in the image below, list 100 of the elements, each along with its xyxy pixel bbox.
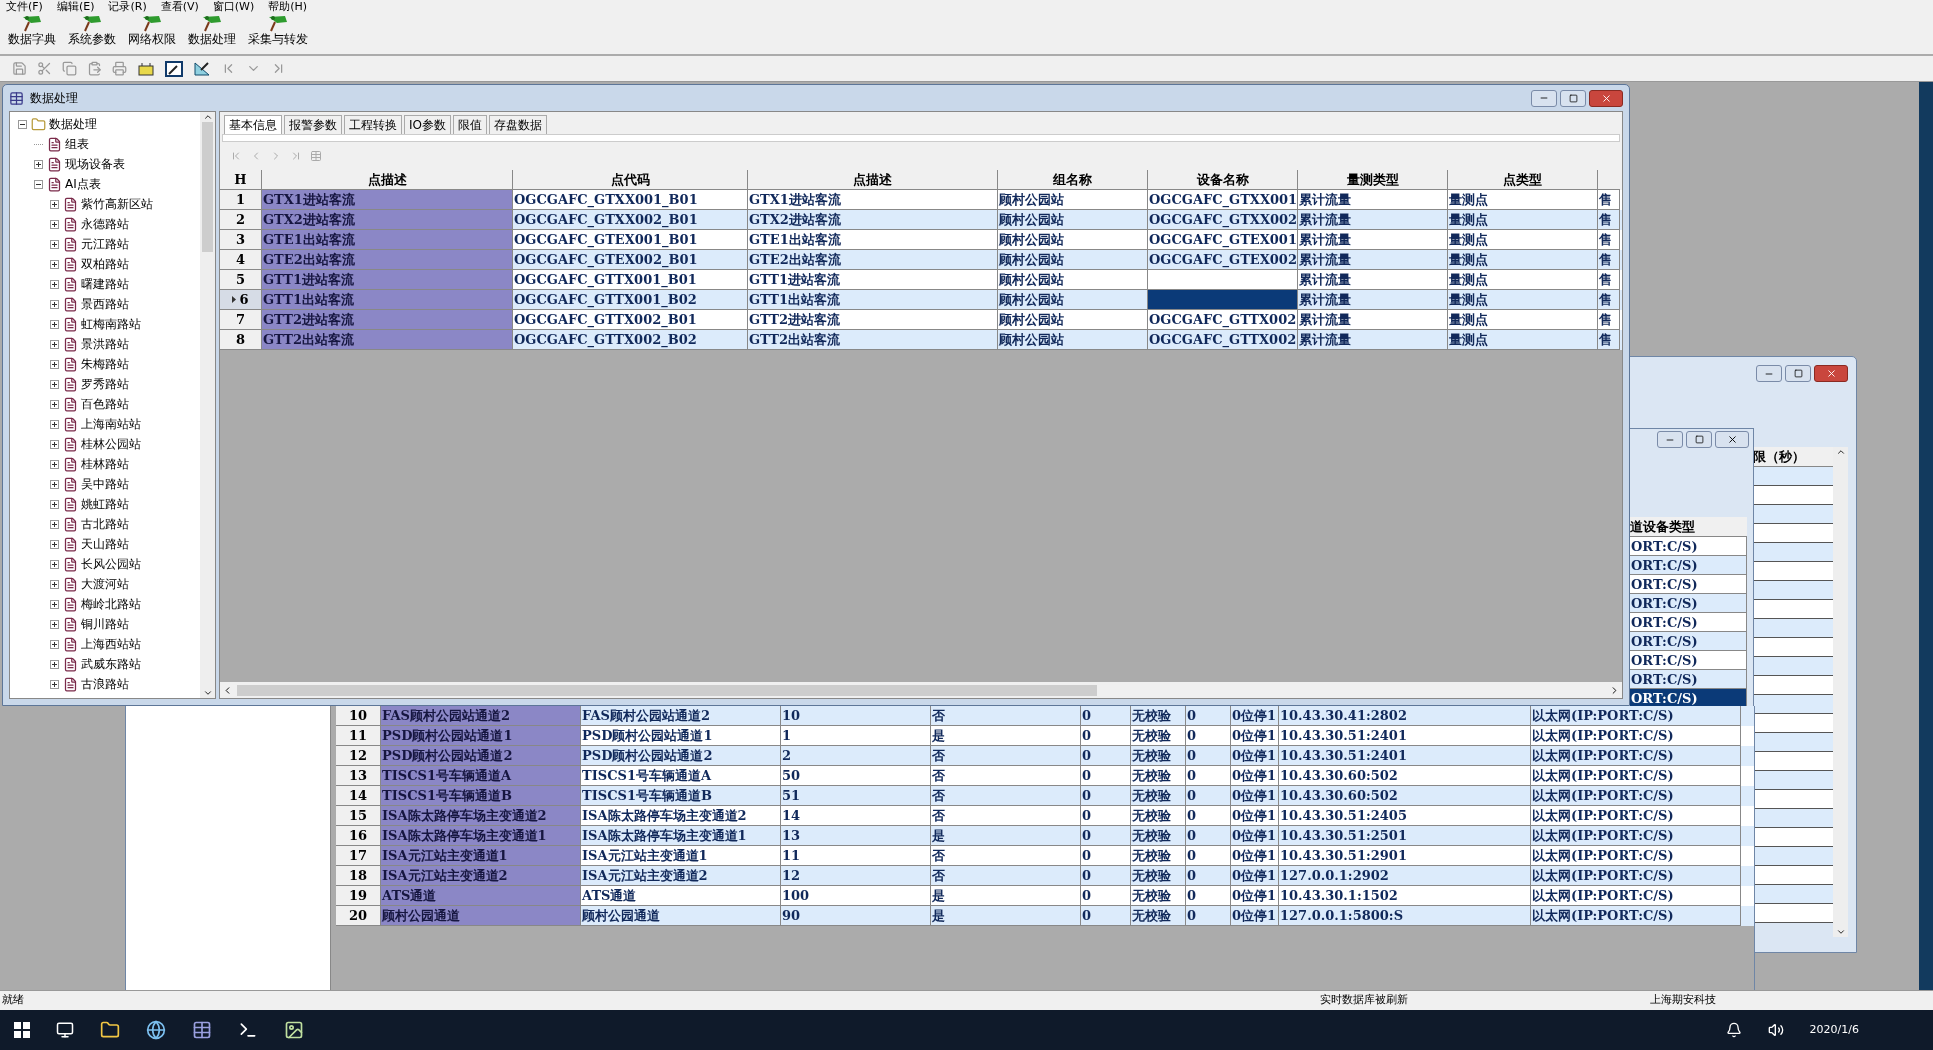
row-header[interactable]: 6 (220, 290, 262, 310)
ruler-icon[interactable] (193, 60, 211, 77)
tree-item[interactable]: 景西路站 (81, 295, 129, 313)
tree-item[interactable]: 姚虹路站 (81, 495, 129, 513)
tree-item[interactable]: 虹梅南路站 (81, 315, 141, 333)
expand-icon[interactable] (50, 459, 59, 469)
toolbar-button[interactable]: 采集与转发 (246, 14, 310, 54)
bell-icon[interactable] (1725, 1022, 1742, 1038)
tree-item[interactable]: 古北路站 (81, 515, 129, 533)
row-header[interactable]: 1 (220, 190, 262, 210)
tree-item[interactable]: 紫竹高新区站 (81, 195, 153, 213)
tool-window-icon[interactable] (165, 60, 183, 77)
tree-item[interactable]: 元江路站 (81, 235, 129, 253)
expand-icon[interactable] (50, 279, 59, 289)
tab[interactable]: 报警参数 (284, 115, 342, 134)
tree-item[interactable]: 上海南站站 (81, 415, 141, 433)
menu-item[interactable]: 窗口(W) (212, 1, 255, 13)
tab[interactable]: 存盘数据 (489, 115, 547, 134)
folder-icon[interactable] (100, 1020, 120, 1040)
minimize-button[interactable] (1657, 431, 1683, 448)
maximize-button[interactable] (1686, 431, 1712, 448)
expand-icon[interactable] (50, 419, 59, 429)
toolbar-button[interactable]: 网络权限 (126, 14, 178, 54)
tree-item[interactable]: 罗秀路站 (81, 375, 129, 393)
tree-item[interactable]: 组表 (65, 135, 89, 153)
tree-item[interactable]: 曙建路站 (81, 275, 129, 293)
expand-icon[interactable] (50, 239, 59, 249)
toolbar-button[interactable]: 数据处理 (186, 14, 238, 54)
tree-item[interactable]: 天山路站 (81, 535, 129, 553)
speaker-icon[interactable] (1767, 1022, 1784, 1038)
toolbar-button[interactable]: 系统参数 (66, 14, 118, 54)
scroll-up-icon[interactable] (202, 112, 213, 122)
tree-item[interactable]: 百色路站 (81, 395, 129, 413)
expand-icon[interactable] (50, 559, 59, 569)
tab[interactable]: 工程转换 (344, 115, 402, 134)
scroll-down-icon[interactable] (202, 688, 213, 698)
collapse-icon[interactable] (18, 119, 27, 129)
tree-item[interactable]: 吴中路站 (81, 475, 129, 493)
scroll-down-icon[interactable] (1835, 927, 1846, 937)
expand-icon[interactable] (50, 499, 59, 509)
menu-item[interactable]: 帮助(H) (268, 1, 308, 13)
row-header[interactable]: 7 (220, 310, 262, 330)
tree-item[interactable]: 景洪路站 (81, 335, 129, 353)
expand-icon[interactable] (50, 339, 59, 349)
menu-item[interactable]: 文件(F) (6, 1, 43, 13)
tree-item[interactable]: 现场设备表 (65, 155, 125, 173)
expand-icon[interactable] (50, 579, 59, 589)
row-header[interactable]: 8 (220, 330, 262, 350)
expand-icon[interactable] (50, 619, 59, 629)
row-header[interactable]: 3 (220, 230, 262, 250)
tab[interactable]: IO参数 (404, 115, 451, 134)
maximize-button[interactable] (1560, 89, 1586, 107)
clock-date[interactable]: 2020/1/6 (1809, 1021, 1859, 1039)
task-view-icon[interactable] (56, 1021, 74, 1039)
collapse-icon[interactable] (34, 179, 43, 189)
tree-item[interactable]: 铜川路站 (81, 615, 129, 633)
expand-icon[interactable] (50, 599, 59, 609)
tree-item[interactable]: 古浪路站 (81, 675, 129, 693)
image-icon[interactable] (284, 1020, 304, 1040)
expand-icon[interactable] (50, 639, 59, 649)
globe-icon[interactable] (146, 1020, 166, 1040)
row-header[interactable]: 4 (220, 250, 262, 270)
scroll-thumb[interactable] (237, 684, 1097, 696)
tree-item[interactable]: 大渡河站 (81, 575, 129, 593)
grid-icon[interactable] (192, 1020, 212, 1040)
close-button[interactable] (1589, 89, 1623, 107)
menu-item[interactable]: 查看(V) (160, 1, 199, 13)
terminal-icon[interactable] (238, 1020, 258, 1040)
tree-item[interactable]: 朱梅路站 (81, 355, 129, 373)
tree-item[interactable]: 长风公园站 (81, 555, 141, 573)
scroll-up-icon[interactable] (1835, 447, 1846, 457)
expand-icon[interactable] (50, 359, 59, 369)
device-icon[interactable] (137, 60, 155, 77)
expand-icon[interactable] (50, 439, 59, 449)
tree-item[interactable]: 梅岭北路站 (81, 595, 141, 613)
tree-item[interactable]: 永德路站 (81, 215, 129, 233)
close-button[interactable] (1814, 365, 1848, 382)
expand-icon[interactable] (50, 519, 59, 529)
scrollbar[interactable] (200, 112, 215, 698)
tree-item[interactable]: 桂林路站 (81, 455, 129, 473)
expand-icon[interactable] (50, 539, 59, 549)
menu-item[interactable]: 记录(R) (108, 1, 147, 13)
scroll-thumb[interactable] (202, 122, 213, 252)
tree-item[interactable]: 武威东路站 (81, 655, 141, 673)
windows-logo-icon[interactable] (14, 1022, 30, 1038)
tab[interactable]: 限值 (453, 115, 487, 134)
expand-icon[interactable] (50, 219, 59, 229)
tree-item[interactable]: 双柏路站 (81, 255, 129, 273)
tree-item[interactable]: 上海西站站 (81, 635, 141, 653)
expand-icon[interactable] (50, 199, 59, 209)
scrollbar[interactable] (220, 682, 1622, 698)
menu-item[interactable]: 编辑(E) (56, 1, 95, 13)
expand-icon[interactable] (50, 659, 59, 669)
tab[interactable]: 基本信息 (224, 115, 282, 134)
expand-icon[interactable] (50, 479, 59, 489)
tree-item[interactable]: 数据处理 (49, 115, 97, 133)
close-button[interactable] (1715, 431, 1749, 448)
minimize-button[interactable] (1756, 365, 1782, 382)
scrollbar[interactable] (1833, 447, 1848, 937)
expand-icon[interactable] (50, 259, 59, 269)
